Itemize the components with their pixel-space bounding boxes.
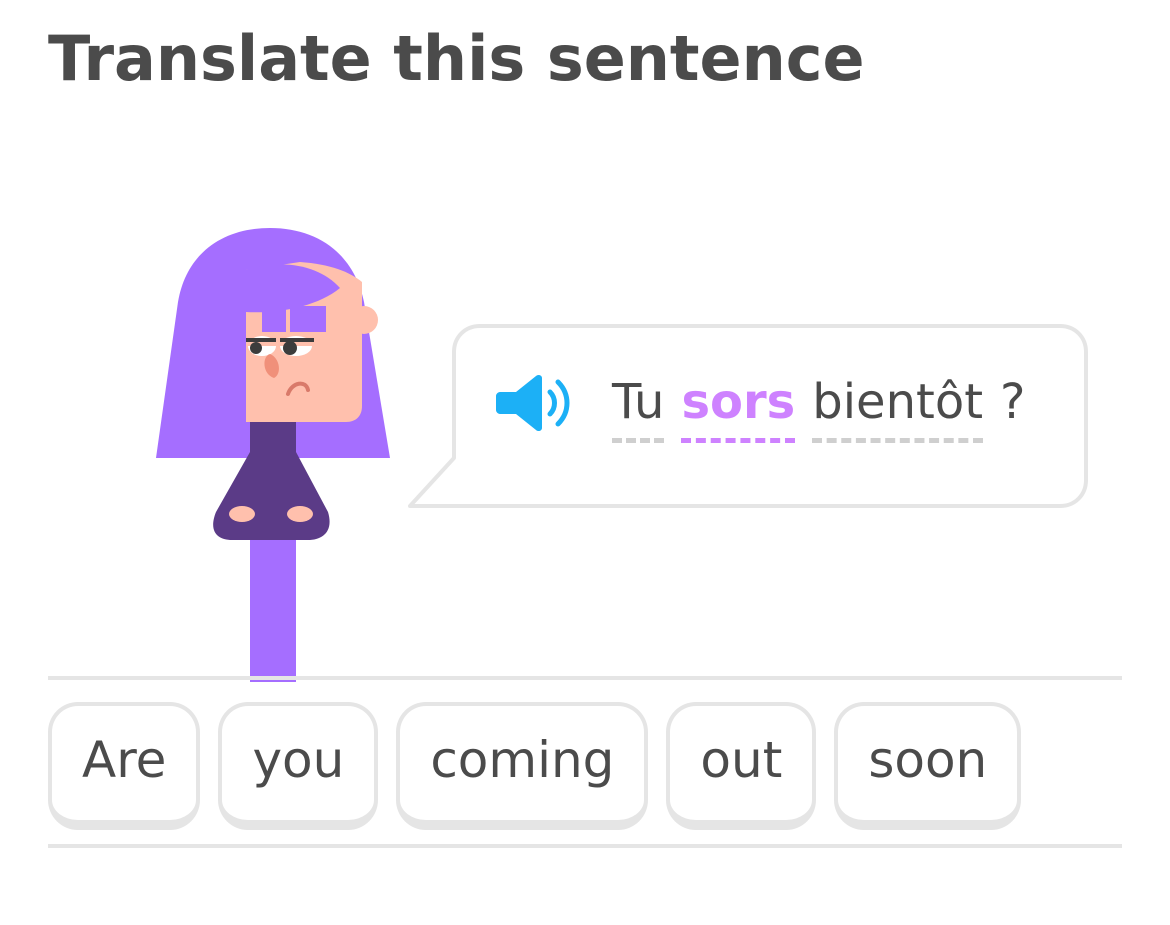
word-tile-out[interactable]: out bbox=[666, 702, 817, 830]
speaker-icon[interactable] bbox=[496, 370, 580, 436]
word-tile-you[interactable]: you bbox=[218, 702, 379, 830]
word-tile-soon[interactable]: soon bbox=[834, 702, 1022, 830]
word-bank: Are you coming out soon bbox=[48, 702, 1022, 830]
word-tu[interactable]: Tu bbox=[612, 374, 665, 443]
answer-area-bottom-line bbox=[48, 844, 1122, 848]
speech-bubble: Tu sors bientôt ? bbox=[400, 318, 1095, 514]
word-tile-coming[interactable]: coming bbox=[396, 702, 649, 830]
word-question-mark: ? bbox=[1000, 374, 1026, 430]
word-bientot[interactable]: bientôt bbox=[812, 374, 984, 443]
answer-area-top-line bbox=[48, 676, 1122, 680]
word-sors[interactable]: sors bbox=[681, 374, 796, 443]
word-tile-are[interactable]: Are bbox=[48, 702, 201, 830]
page-title: Translate this sentence bbox=[48, 22, 865, 95]
french-sentence: Tu sors bientôt ? bbox=[612, 374, 1026, 443]
character-illustration bbox=[150, 222, 400, 682]
